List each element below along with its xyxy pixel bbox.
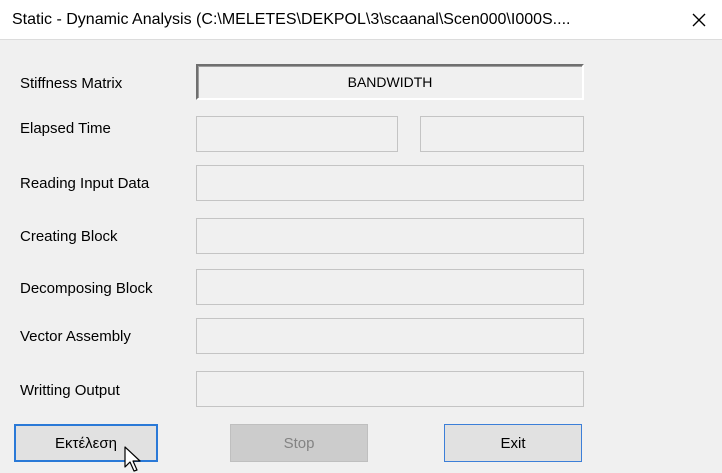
- elapsed-time-field-secondary: [420, 116, 584, 152]
- elapsed-time-label: Elapsed Time: [20, 120, 111, 137]
- creating-block-progress: [196, 218, 584, 254]
- vector-assembly-progress: [196, 318, 584, 354]
- stiffness-matrix-field: BANDWIDTH: [196, 64, 584, 100]
- creating-block-label: Creating Block: [20, 228, 118, 245]
- title-bar[interactable]: Static - Dynamic Analysis (C:\MELETES\DE…: [0, 0, 722, 40]
- elapsed-time-field: [196, 116, 398, 152]
- run-button[interactable]: Εκτέλεση: [14, 424, 158, 462]
- vector-assembly-label: Vector Assembly: [20, 328, 131, 345]
- close-icon[interactable]: [676, 0, 722, 40]
- writting-output-label: Writting Output: [20, 382, 120, 399]
- reading-input-data-label: Reading Input Data: [20, 175, 150, 192]
- exit-button[interactable]: Exit: [444, 424, 582, 462]
- stiffness-matrix-label: Stiffness Matrix: [20, 75, 123, 92]
- reading-input-data-progress: [196, 165, 584, 201]
- analysis-window: Static - Dynamic Analysis (C:\MELETES\DE…: [0, 0, 722, 473]
- decomposing-block-progress: [196, 269, 584, 305]
- decomposing-block-label: Decomposing Block: [20, 280, 153, 297]
- writting-output-progress: [196, 371, 584, 407]
- stop-button[interactable]: Stop: [230, 424, 368, 462]
- window-title: Static - Dynamic Analysis (C:\MELETES\DE…: [12, 11, 571, 28]
